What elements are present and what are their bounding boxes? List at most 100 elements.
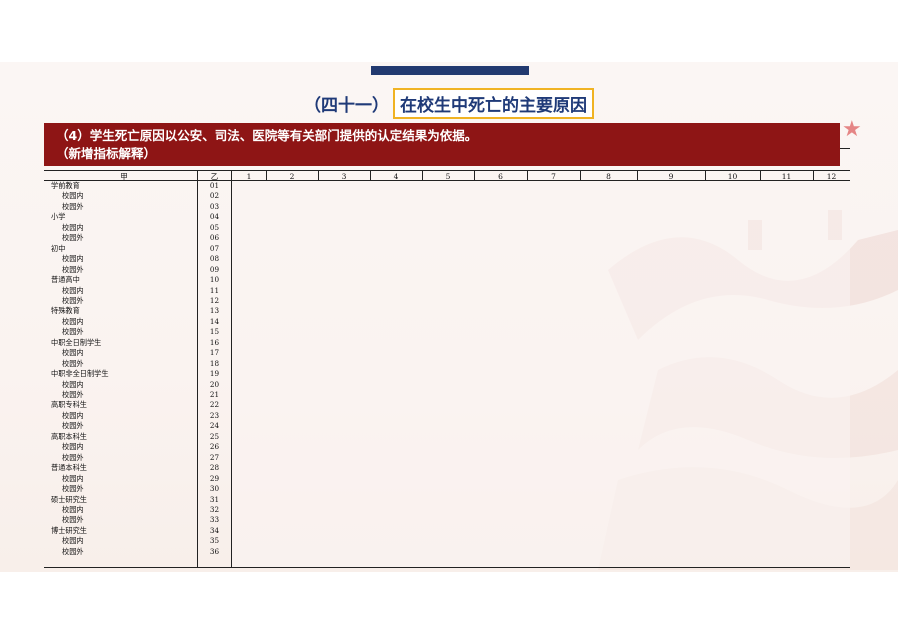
table-row: 博士研究生 34	[51, 526, 231, 536]
row-label: 校园内	[62, 348, 84, 358]
table-row: 高职本科生 25	[51, 432, 231, 442]
table-row: 校园内 32	[51, 505, 231, 515]
column-number: 6	[498, 172, 503, 181]
label-column-header: 甲	[120, 172, 128, 181]
row-label: 特殊教育	[51, 306, 80, 316]
page-title: （四十一） 在校生中死亡的主要原因	[0, 87, 898, 119]
table-row: 小学 04	[51, 212, 231, 222]
header-rule	[44, 170, 850, 171]
row-code: 25	[209, 431, 220, 441]
table-row: 普通本科生 28	[51, 463, 231, 473]
row-code: 33	[209, 515, 220, 525]
row-code: 03	[209, 201, 220, 211]
table-row: 普通高中 10	[51, 275, 231, 285]
column-divider	[422, 170, 423, 181]
table-row: 校园内 23	[51, 411, 231, 421]
row-label: 校园外	[62, 421, 84, 431]
row-label: 高职专科生	[51, 400, 87, 410]
row-code: 30	[209, 484, 220, 494]
table-row: 校园外 36	[51, 547, 231, 557]
row-code: 01	[209, 181, 220, 190]
table-row: 校园内 11	[51, 286, 231, 296]
title-accent-bar	[371, 66, 529, 75]
row-code: 19	[209, 369, 220, 379]
row-code: 06	[209, 233, 220, 243]
column-number: 3	[341, 172, 347, 181]
table-row: 校园外 24	[51, 421, 231, 431]
note-line-2: （新增指标解释）	[56, 146, 157, 161]
row-code: 34	[209, 525, 220, 535]
row-code: 28	[209, 463, 220, 473]
table-row: 校园外 15	[51, 327, 231, 337]
row-label: 中职非全日制学生	[51, 369, 109, 379]
table-row: 校园外 06	[51, 233, 231, 243]
row-label: 校园外	[62, 201, 84, 211]
column-number: 10	[727, 172, 738, 181]
table-row: 校园内 02	[51, 191, 231, 201]
row-code: 05	[209, 222, 220, 232]
table-row: 校园内 26	[51, 442, 231, 452]
row-label: 校园外	[62, 390, 84, 399]
row-code: 35	[209, 536, 220, 546]
row-code: 36	[209, 546, 220, 556]
table-row: 校园外 33	[51, 515, 231, 525]
row-code: 31	[209, 494, 220, 504]
row-code: 11	[209, 285, 220, 295]
row-code: 24	[209, 421, 220, 431]
table-row: 校园内 29	[51, 474, 231, 484]
row-label: 博士研究生	[51, 525, 87, 535]
table-row: 高职专科生 22	[51, 400, 231, 410]
row-code: 04	[209, 212, 220, 222]
row-label: 校园外	[62, 295, 84, 305]
column-number: 2	[289, 172, 295, 181]
row-code: 17	[209, 348, 220, 358]
row-label: 校园内	[62, 536, 84, 546]
note-banner: （4）学生死亡原因以公安、司法、医院等有关部门提供的认定结果为依据。 （新增指标…	[44, 123, 840, 166]
table-row: 校园外 18	[51, 359, 231, 369]
table-row: 校园外 12	[51, 296, 231, 306]
row-label: 校园内	[62, 473, 84, 483]
table-row: 初中 07	[51, 244, 231, 254]
row-label: 校园外	[62, 484, 84, 494]
column-divider	[813, 170, 814, 181]
row-code: 14	[209, 316, 220, 326]
row-label: 校园内	[62, 410, 84, 420]
column-number: 11	[781, 172, 792, 181]
table-row: 特殊教育 13	[51, 306, 231, 316]
title-main: 在校生中死亡的主要原因	[393, 87, 594, 119]
row-label: 初中	[51, 243, 66, 253]
column-divider	[760, 170, 761, 181]
column-number: 5	[445, 172, 451, 181]
table-row: 中职全日制学生 16	[51, 338, 231, 348]
star-icon: ★	[842, 117, 862, 142]
row-label: 校园外	[62, 515, 84, 525]
row-code: 20	[209, 379, 220, 389]
row-label: 学前教育	[51, 181, 80, 190]
row-label: 小学	[51, 212, 66, 222]
column-number: 4	[393, 172, 399, 181]
table-body-area	[232, 181, 850, 567]
row-code: 15	[209, 327, 220, 337]
row-label: 中职全日制学生	[51, 337, 102, 347]
row-label: 校园外	[62, 452, 84, 462]
column-number: 8	[606, 172, 611, 181]
column-number: 12	[826, 172, 837, 181]
row-label: 校园内	[62, 191, 84, 201]
table-row: 学前教育 01	[51, 181, 231, 191]
row-label: 校园内	[62, 316, 84, 326]
row-code: 21	[209, 390, 220, 399]
row-code: 18	[209, 358, 220, 368]
row-label: 校园内	[62, 285, 84, 295]
row-code: 13	[209, 306, 220, 316]
table-row: 校园内 14	[51, 317, 231, 327]
row-code: 09	[209, 264, 220, 274]
table-row: 中职非全日制学生 19	[51, 369, 231, 379]
column-divider	[370, 170, 371, 181]
note-line-1: （4）学生死亡原因以公安、司法、医院等有关部门提供的认定结果为依据。	[56, 128, 478, 143]
row-label: 校园内	[62, 379, 84, 389]
column-divider	[527, 170, 528, 181]
row-label: 校园外	[62, 327, 84, 337]
row-code: 26	[209, 442, 220, 452]
row-code: 07	[209, 243, 220, 253]
column-divider	[637, 170, 638, 181]
